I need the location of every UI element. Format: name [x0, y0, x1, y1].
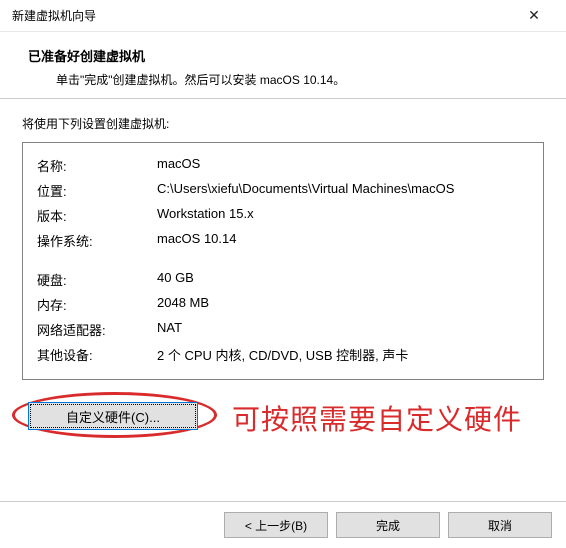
title-bar: 新建虚拟机向导 ✕: [0, 0, 566, 32]
value-os: macOS 10.14: [157, 231, 529, 250]
wizard-header: 已准备好创建虚拟机 单击"完成"创建虚拟机。然后可以安装 macOS 10.14…: [0, 32, 566, 98]
lead-text: 将使用下列设置创建虚拟机:: [22, 115, 544, 132]
value-other: 2 个 CPU 内核, CD/DVD, USB 控制器, 声卡: [157, 345, 529, 364]
label-name: 名称:: [37, 156, 157, 175]
row-disk: 硬盘: 40 GB: [37, 267, 529, 292]
annotation-text: 可按照需要自定义硬件: [232, 398, 522, 438]
wizard-body: 将使用下列设置创建虚拟机: 名称: macOS 位置: C:\Users\xie…: [0, 99, 566, 448]
row-name: 名称: macOS: [37, 153, 529, 178]
settings-panel: 名称: macOS 位置: C:\Users\xiefu\Documents\V…: [22, 142, 544, 380]
window-title: 新建虚拟机向导: [12, 7, 514, 24]
value-disk: 40 GB: [157, 270, 529, 289]
value-memory: 2048 MB: [157, 295, 529, 314]
page-subtitle: 单击"完成"创建虚拟机。然后可以安装 macOS 10.14。: [28, 71, 542, 88]
row-os: 操作系统: macOS 10.14: [37, 228, 529, 253]
label-other: 其他设备:: [37, 345, 157, 364]
finish-button[interactable]: 完成: [336, 512, 440, 538]
row-location: 位置: C:\Users\xiefu\Documents\Virtual Mac…: [37, 178, 529, 203]
back-button[interactable]: < 上一步(B): [224, 512, 328, 538]
label-os: 操作系统:: [37, 231, 157, 250]
label-network: 网络适配器:: [37, 320, 157, 339]
row-version: 版本: Workstation 15.x: [37, 203, 529, 228]
customize-hardware-button[interactable]: 自定义硬件(C)...: [28, 402, 198, 430]
value-location: C:\Users\xiefu\Documents\Virtual Machine…: [157, 181, 529, 200]
value-name: macOS: [157, 156, 529, 175]
customize-area: 自定义硬件(C)... 可按照需要自定义硬件: [22, 398, 544, 438]
row-memory: 内存: 2048 MB: [37, 292, 529, 317]
label-location: 位置:: [37, 181, 157, 200]
page-title: 已准备好创建虚拟机: [28, 46, 542, 65]
cancel-button[interactable]: 取消: [448, 512, 552, 538]
row-network: 网络适配器: NAT: [37, 317, 529, 342]
label-memory: 内存:: [37, 295, 157, 314]
value-network: NAT: [157, 320, 529, 339]
row-other: 其他设备: 2 个 CPU 内核, CD/DVD, USB 控制器, 声卡: [37, 342, 529, 367]
value-version: Workstation 15.x: [157, 206, 529, 225]
wizard-footer: < 上一步(B) 完成 取消: [0, 501, 566, 548]
close-icon[interactable]: ✕: [514, 2, 554, 30]
label-disk: 硬盘:: [37, 270, 157, 289]
label-version: 版本:: [37, 206, 157, 225]
